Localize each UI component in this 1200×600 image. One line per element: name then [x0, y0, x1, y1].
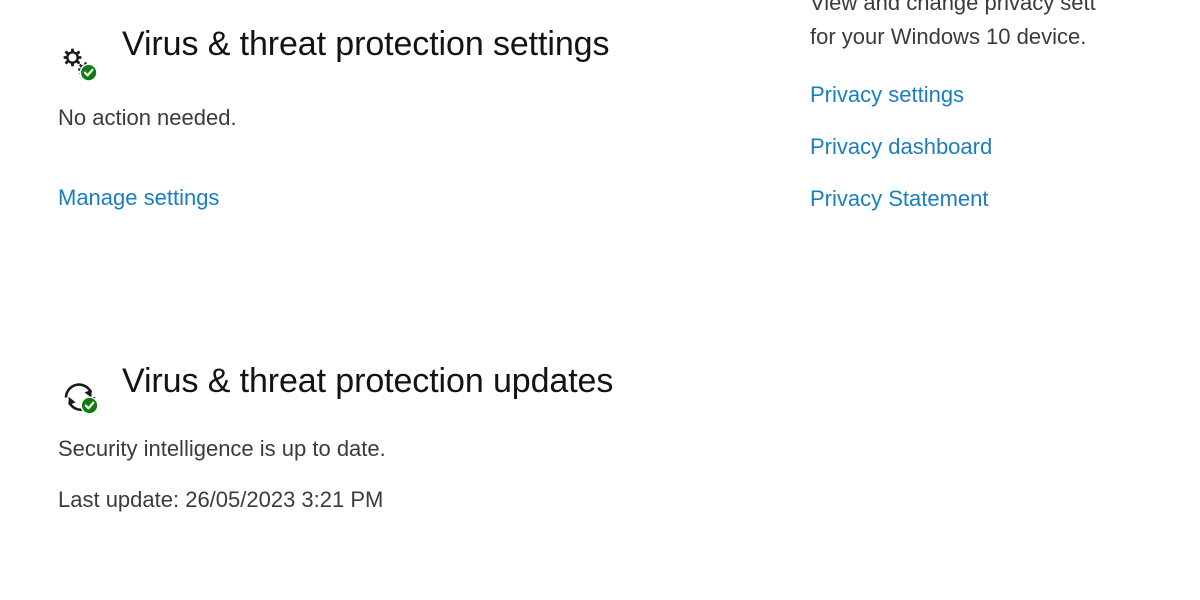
card-virus-threat-protection-settings: Virus & threat protection settings No ac… [58, 18, 678, 213]
card-status-text: No action needed. [58, 105, 237, 130]
list-item: Privacy Statement [810, 184, 992, 214]
privacy-dashboard-link[interactable]: Privacy dashboard [810, 132, 992, 162]
list-item: Privacy dashboard [810, 132, 992, 162]
card-header: Virus & threat protection updates [58, 355, 678, 415]
privacy-links-list: Privacy settings Privacy dashboard Priva… [810, 80, 992, 214]
card-status-text: Security intelligence is up to date. [58, 436, 386, 461]
sync-refresh-check-icon [58, 375, 102, 419]
card-link-container: Manage settings [58, 183, 678, 213]
card-virus-threat-protection-updates: Virus & threat protection updates Securi… [58, 355, 678, 515]
privacy-description-line-2: for your Windows 10 device. [810, 24, 1087, 49]
windows-security-page: Virus & threat protection settings No ac… [0, 0, 1200, 600]
privacy-description-line-1: View and change privacy sett [810, 0, 1096, 15]
privacy-statement-link[interactable]: Privacy Statement [810, 184, 989, 214]
card-title: Virus & threat protection settings [122, 25, 610, 63]
manage-settings-link[interactable]: Manage settings [58, 183, 219, 213]
gears-check-icon [58, 44, 102, 88]
card-header: Virus & threat protection settings [58, 18, 678, 82]
privacy-panel: View and change privacy sett for your Wi… [810, 0, 1200, 600]
card-title: Virus & threat protection updates [122, 362, 614, 400]
list-item: Privacy settings [810, 80, 992, 110]
card-last-update-text: Last update: 26/05/2023 3:21 PM [58, 487, 384, 512]
privacy-settings-link[interactable]: Privacy settings [810, 80, 964, 110]
protection-cards-column: Virus & threat protection settings No ac… [0, 0, 700, 600]
